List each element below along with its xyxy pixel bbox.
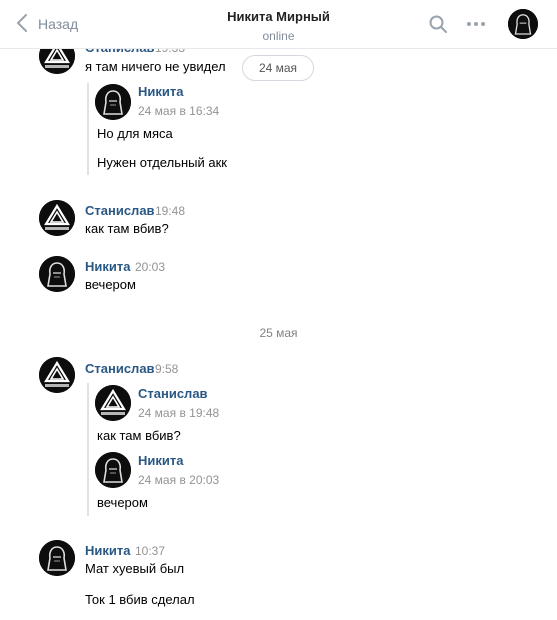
more-icon[interactable]: [464, 12, 488, 36]
forward-bar: [87, 383, 89, 516]
search-icon[interactable]: [426, 12, 450, 36]
message-time: 19:48: [155, 204, 186, 218]
forward-author[interactable]: Никита: [138, 84, 183, 99]
date-separator: 25 мая: [259, 326, 298, 340]
forward-text-line: Но для мяса: [97, 126, 173, 141]
forward-author[interactable]: Станислав: [138, 386, 208, 401]
forward-text: как там вбив?: [97, 428, 181, 443]
date-pill[interactable]: 24 мая: [242, 55, 314, 81]
message-author[interactable]: Никита: [85, 259, 130, 274]
peer-avatar[interactable]: [508, 9, 538, 39]
stanislav-avatar[interactable]: [95, 385, 131, 421]
message-feed[interactable]: Станислав 19:33 я там ничего не увидел 2…: [0, 0, 557, 620]
message-author[interactable]: Станислав: [85, 203, 155, 218]
message-text: вечером: [85, 277, 136, 292]
nikita-avatar[interactable]: [95, 452, 131, 488]
message-author[interactable]: Никита: [85, 543, 130, 558]
stanislav-avatar[interactable]: [39, 357, 75, 393]
forward-time[interactable]: 24 мая в 19:48: [138, 406, 219, 420]
message-text: как там вбив?: [85, 221, 169, 236]
forward-author[interactable]: Никита: [138, 453, 183, 468]
nikita-avatar[interactable]: [39, 256, 75, 292]
nikita-avatar[interactable]: [95, 84, 131, 120]
message-time: 20:03: [135, 260, 166, 274]
message-time: 10:37: [135, 544, 166, 558]
forward-text-line: Нужен отдельный акк: [97, 155, 227, 170]
message-author[interactable]: Станислав: [85, 361, 155, 376]
message-text-line: Мат хуевый был: [85, 561, 185, 576]
message-text-line: Ток 1 вбив сделал: [85, 592, 195, 607]
chat-header: Назад Никита Мирный online: [0, 0, 557, 49]
message-text: я там ничего не увидел: [85, 59, 226, 74]
forward-time[interactable]: 24 мая в 20:03: [138, 473, 219, 487]
forward-text: вечером: [97, 495, 148, 510]
message-time: 9:58: [155, 362, 179, 376]
nikita-avatar[interactable]: [39, 540, 75, 576]
forward-bar: [87, 83, 89, 175]
forward-time[interactable]: 24 мая в 16:34: [138, 104, 219, 118]
stanislav-avatar[interactable]: [39, 200, 75, 236]
